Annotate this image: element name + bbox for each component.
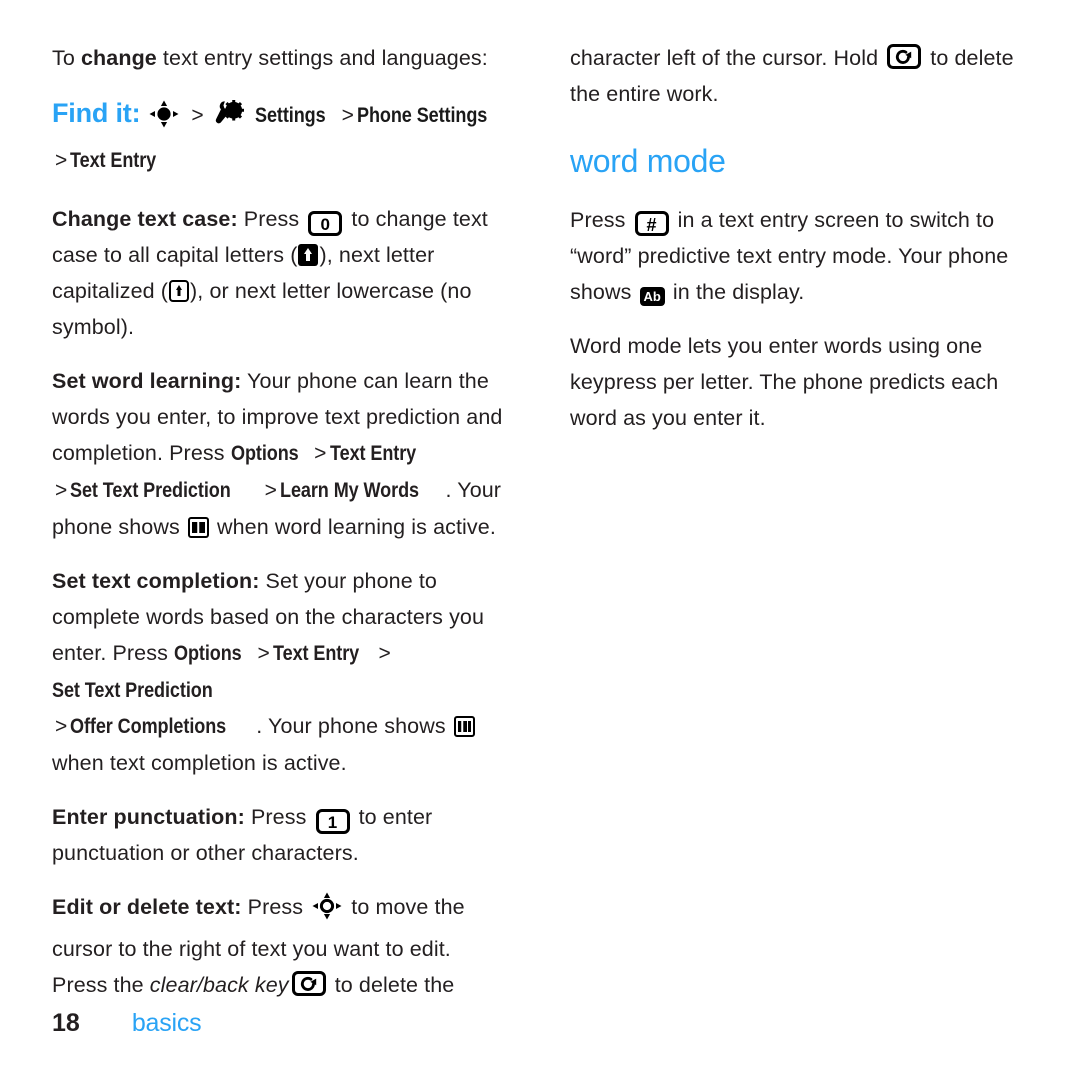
menu-set-text-prediction[interactable]: Set Text Prediction bbox=[70, 472, 231, 508]
intro-bold: change bbox=[80, 46, 157, 70]
text-completion-indicator-icon bbox=[453, 716, 475, 737]
path-separator-2: > bbox=[341, 104, 354, 127]
change-text-case-part-0: Press bbox=[237, 207, 306, 231]
punctuation-part-0: Press bbox=[244, 805, 313, 829]
intro-rest: text entry settings and languages: bbox=[156, 46, 488, 70]
word-learning-indicator-icon bbox=[187, 517, 209, 538]
find-it-path-continued: > Text Entry bbox=[52, 142, 512, 179]
menu-options[interactable]: Options bbox=[231, 435, 299, 471]
navigation-key-ring-icon bbox=[312, 892, 342, 931]
menu-learn-my-words[interactable]: Learn My Words bbox=[280, 472, 419, 508]
menu-set-text-prediction[interactable]: Set Text Prediction bbox=[52, 672, 213, 708]
term-edit-or-delete-text: Edit or delete text: bbox=[52, 895, 242, 919]
text-completion-part-4: . Your phone shows bbox=[256, 714, 452, 738]
find-it-label: Find it: bbox=[52, 98, 141, 128]
left-column: To change text entry settings and langua… bbox=[52, 40, 512, 1003]
clear-back-key-icon[interactable] bbox=[887, 44, 922, 69]
navigation-key-icon bbox=[149, 100, 179, 140]
entry-set-word-learning: Set word learning: Your phone can learn … bbox=[52, 363, 512, 545]
clear-back-key-icon[interactable] bbox=[291, 971, 326, 996]
path-separator-3: > bbox=[55, 149, 68, 172]
two-column-layout: To change text entry settings and langua… bbox=[52, 40, 1030, 1003]
entry-change-text-case: Change text case: Press 0 to change text… bbox=[52, 201, 512, 345]
paragraph-word-mode-explain: Word mode lets you enter words using one… bbox=[570, 334, 999, 430]
term-enter-punctuation: Enter punctuation: bbox=[52, 805, 245, 829]
term-set-text-completion: Set text completion: bbox=[52, 569, 260, 593]
word-mode-part-2: in the display. bbox=[666, 280, 805, 304]
key-hash-icon[interactable]: # bbox=[634, 211, 669, 236]
entry-enter-punctuation: Enter punctuation: Press 1 to enter punc… bbox=[52, 799, 512, 871]
menu-offer-completions[interactable]: Offer Completions bbox=[70, 708, 226, 744]
sep: > bbox=[257, 642, 270, 665]
running-head: basics bbox=[131, 1009, 202, 1037]
edit-part-2: to delete the bbox=[328, 973, 455, 997]
sep: > bbox=[314, 442, 327, 465]
caps-lock-filled-icon bbox=[298, 244, 319, 266]
term-change-text-case: Change text case: bbox=[52, 207, 238, 231]
text-completion-part-5: when text completion is active. bbox=[52, 751, 347, 775]
intro-paragraph: To change text entry settings and langua… bbox=[52, 40, 512, 76]
section-heading-word-mode: word mode bbox=[570, 143, 726, 179]
intro-lead: To bbox=[52, 46, 81, 70]
term-set-word-learning: Set word learning: bbox=[52, 369, 242, 393]
continuation-paragraph: character left of the cursor. Hold to de… bbox=[570, 40, 1030, 112]
continuation-part-0: character left of the cursor. Hold bbox=[570, 46, 885, 70]
find-it-path: Find it: > Settings > Phone Settings bbox=[52, 94, 512, 140]
right-column: character left of the cursor. Hold to de… bbox=[570, 40, 1030, 1003]
menu-options[interactable]: Options bbox=[174, 635, 242, 671]
settings-gear-wrench-icon bbox=[215, 100, 245, 140]
path-separator-1: > bbox=[191, 104, 204, 127]
sep: > bbox=[378, 642, 391, 665]
page-footer: 18 basics bbox=[52, 1009, 202, 1038]
entry-edit-or-delete-text: Edit or delete text: Press to move the c… bbox=[52, 889, 512, 1003]
edit-part-0: Press bbox=[241, 895, 310, 919]
find-it-step-text-entry[interactable]: Text Entry bbox=[70, 142, 156, 178]
word-mode-indicator-badge: Ab bbox=[639, 287, 665, 306]
menu-text-entry[interactable]: Text Entry bbox=[330, 435, 416, 471]
word-mode-part-0: Press bbox=[570, 208, 632, 232]
find-it-step-phone-settings[interactable]: Phone Settings bbox=[357, 96, 487, 134]
key-1-icon[interactable]: 1 bbox=[315, 809, 350, 834]
find-it-step-settings[interactable]: Settings bbox=[255, 96, 326, 134]
sep: > bbox=[55, 479, 68, 502]
shift-outline-icon bbox=[169, 280, 190, 302]
clear-back-key-term: clear/back key bbox=[149, 973, 289, 997]
entry-set-text-completion: Set text completion: Set your phone to c… bbox=[52, 563, 512, 781]
paragraph-word-mode-switch: Press # in a text entry screen to switch… bbox=[570, 202, 1030, 310]
page-number: 18 bbox=[52, 1009, 80, 1037]
key-0-icon[interactable]: 0 bbox=[308, 211, 343, 236]
manual-page: To change text entry settings and langua… bbox=[0, 0, 1080, 1080]
sep: > bbox=[55, 715, 68, 738]
menu-text-entry[interactable]: Text Entry bbox=[273, 635, 359, 671]
word-learning-part-5: when word learning is active. bbox=[210, 515, 496, 539]
sep: > bbox=[264, 479, 277, 502]
